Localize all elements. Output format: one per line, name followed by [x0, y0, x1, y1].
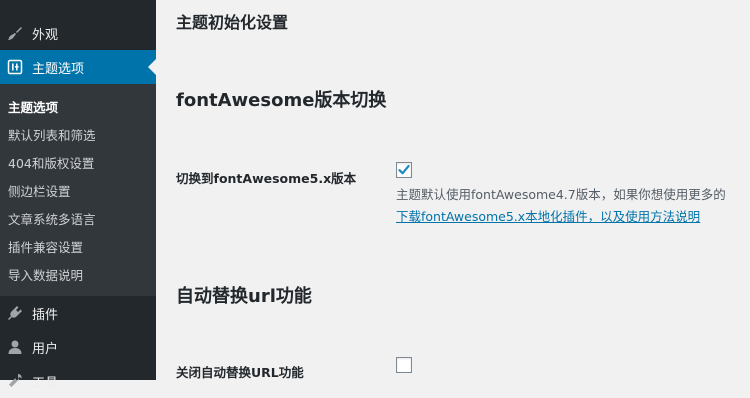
- menu-item-appearance[interactable]: 外观: [0, 16, 156, 50]
- menu-item-label: 工具: [32, 375, 59, 391]
- submenu-item-multilingual[interactable]: 文章系统多语言: [8, 209, 96, 228]
- section-title-auto-url: 自动替换url功能: [176, 286, 312, 307]
- submenu-item-theme-options[interactable]: 主题选项: [8, 97, 58, 116]
- wrench-icon: [7, 373, 23, 389]
- submenu-item-plugin-compat[interactable]: 插件兼容设置: [8, 237, 83, 256]
- submenu-item-sidebar-settings[interactable]: 侧边栏设置: [8, 181, 71, 200]
- user-icon: [7, 339, 23, 355]
- disable-auto-url-checkbox[interactable]: [396, 357, 412, 373]
- page-title: 主题初始化设置: [176, 13, 289, 32]
- menu-item-label: 用户: [32, 341, 59, 357]
- menu-item-theme-options[interactable]: 主题选项: [0, 50, 156, 84]
- checkmark-icon: [398, 164, 410, 175]
- plugin-icon: [7, 305, 23, 321]
- theme-options-submenu: 主题选项 默认列表和筛选 404和版权设置 侧边栏设置 文章系统多语言 插件兼容…: [0, 84, 156, 296]
- paintbrush-icon: [7, 25, 23, 41]
- menu-item-label: 插件: [32, 307, 59, 323]
- menu-item-tools[interactable]: 工具: [0, 364, 156, 398]
- disable-auto-url-label: 关闭自动替换URL功能: [176, 365, 304, 380]
- submenu-item-import-data[interactable]: 导入数据说明: [8, 265, 83, 284]
- menu-item-plugins[interactable]: 插件: [0, 296, 156, 330]
- menu-item-users[interactable]: 用户: [0, 330, 156, 364]
- main-content: 主题初始化设置 fontAwesome版本切换 切换到fontAwesome5.…: [156, 0, 750, 380]
- submenu-item-default-list-filter[interactable]: 默认列表和筛选: [8, 125, 96, 144]
- menu-item-label: 主题选项: [32, 61, 85, 77]
- fontawesome5-download-link[interactable]: 下载fontAwesome5.x本地化插件，以及使用方法说明: [396, 206, 700, 225]
- fontawesome-description: 主题默认使用fontAwesome4.7版本，如果你想使用更多的: [396, 187, 726, 202]
- section-title-fontawesome: fontAwesome版本切换: [176, 90, 387, 111]
- fontawesome5-checkbox[interactable]: [396, 162, 412, 178]
- theme-options-icon: [7, 59, 23, 75]
- submenu-item-404-copyright[interactable]: 404和版权设置: [8, 153, 94, 172]
- fontawesome5-toggle-label: 切换到fontAwesome5.x版本: [176, 171, 357, 186]
- admin-sidebar: 外观 主题选项 主题选项 默认列表和筛选 404和版权设置 侧边栏设置 文章系统…: [0, 0, 156, 391]
- menu-item-label: 外观: [32, 27, 59, 43]
